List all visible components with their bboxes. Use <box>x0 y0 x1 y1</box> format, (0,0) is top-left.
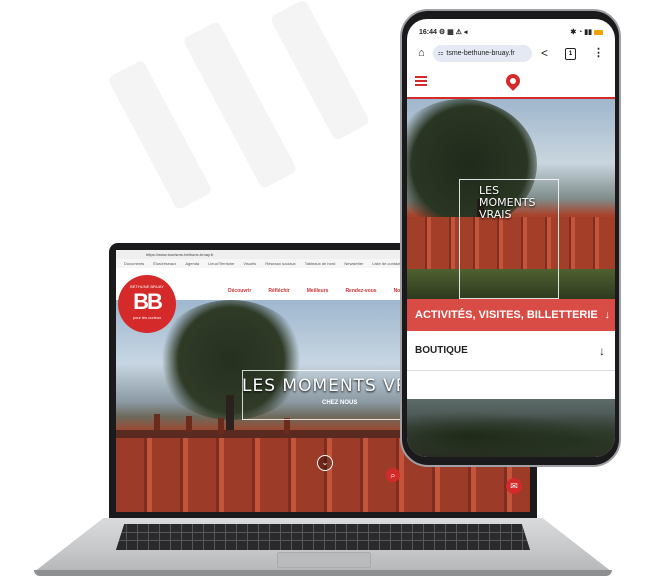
tab-switcher-button[interactable]: 1 <box>565 48 576 60</box>
shop-row[interactable]: BOUTIQUE ↓ <box>407 331 615 371</box>
keyboard <box>116 524 530 550</box>
hero-subtitle: CHEZ NOUS <box>322 400 358 406</box>
more-menu-icon[interactable]: ⋮ <box>593 46 604 59</box>
battery-icon <box>594 29 603 35</box>
nav-link[interactable]: Réfléchir <box>268 288 289 294</box>
logo-mark: BB <box>133 289 163 314</box>
trees-photo <box>407 407 615 457</box>
bookmark[interactable]: Élus/réseaux <box>153 261 176 266</box>
background-watermark <box>107 0 410 211</box>
bookmark[interactable]: Tableaux de bord <box>305 261 336 266</box>
home-icon[interactable]: ⌂ <box>418 47 425 59</box>
laptop-edge <box>34 570 612 576</box>
arrow-down-icon: ↓ <box>604 309 611 321</box>
chimney <box>284 418 290 434</box>
mobile-hero-title: LES MOMENTS VRAIS <box>479 184 536 221</box>
cta-label: ACTIVITÉS, VISITES, BILLETTERIE <box>415 309 598 321</box>
bookmark[interactable]: Liste de contacts <box>372 261 402 266</box>
chat-button[interactable]: ✉ <box>506 478 522 494</box>
mobile-address-bar: ⌂ ⚏ tsme-bethune-bruay.fr < 1 ⋮ <box>407 41 615 67</box>
bookmark[interactable]: Réseaux sociaux <box>265 261 295 266</box>
activities-cta-button[interactable]: ACTIVITÉS, VISITES, BILLETTERIE ↓ <box>407 299 615 331</box>
logo-tagline: pour les curieux <box>132 315 162 320</box>
status-icons: ⚙ ▦ ⚠ ◂ <box>438 29 468 36</box>
status-bar: 16:44 ⚙ ▦ ⚠ ◂ ✱ ◔ ▮▮ <box>407 19 615 41</box>
status-time: 16:44 ⚙ ▦ ⚠ ◂ <box>419 29 468 36</box>
browser-url[interactable]: https://www.tourisme-bethune-bruay.fr <box>146 252 213 257</box>
share-icon[interactable]: < <box>541 46 548 60</box>
search-button[interactable]: ⌕ <box>386 468 400 482</box>
site-settings-icon[interactable]: ⚏ <box>438 46 443 63</box>
bookmark[interactable]: Documents <box>124 261 144 266</box>
bookmark[interactable]: Visuels <box>243 261 256 266</box>
nav-link[interactable]: Découvrir <box>228 288 251 294</box>
phone-screen: 16:44 ⚙ ▦ ⚠ ◂ ✱ ◔ ▮▮ ⌂ ⚏ tsme-bethune-bru… <box>407 19 615 457</box>
url-field[interactable]: ⚏ tsme-bethune-bruay.fr <box>433 45 532 62</box>
bookmark[interactable]: Agenda <box>185 261 199 266</box>
hero-title: LES MOMENTS VRAIS <box>242 376 439 396</box>
scroll-down-button[interactable]: ⌄ <box>317 455 333 471</box>
nav-link[interactable]: Rendez-vous <box>345 288 376 294</box>
hamburger-menu-icon[interactable] <box>415 76 427 78</box>
location-pin-icon[interactable] <box>503 71 523 91</box>
chimney <box>186 416 192 432</box>
bookmark[interactable]: Newsletter <box>344 261 363 266</box>
shop-label: BOUTIQUE <box>415 345 468 356</box>
trackpad <box>277 552 371 568</box>
arrow-down-icon: ↓ <box>599 344 605 358</box>
chimney <box>154 414 160 430</box>
status-right-icons: ✱ ◔ ▮▮ <box>570 28 603 36</box>
mobile-site-header <box>407 67 615 99</box>
main-nav: Découvrir Réfléchir Meilleurs Rendez-vou… <box>228 288 422 294</box>
chimney <box>218 418 224 434</box>
brand-logo[interactable]: BÉTHUNE BRUAY BB pour les curieux <box>118 275 176 333</box>
nav-link[interactable]: Meilleurs <box>307 288 329 294</box>
bookmark[interactable]: Lieux/Territoire <box>208 261 234 266</box>
mobile-bottom-photo <box>407 399 615 457</box>
url-text: tsme-bethune-bruay.fr <box>446 50 515 57</box>
laptop-base <box>34 518 612 576</box>
